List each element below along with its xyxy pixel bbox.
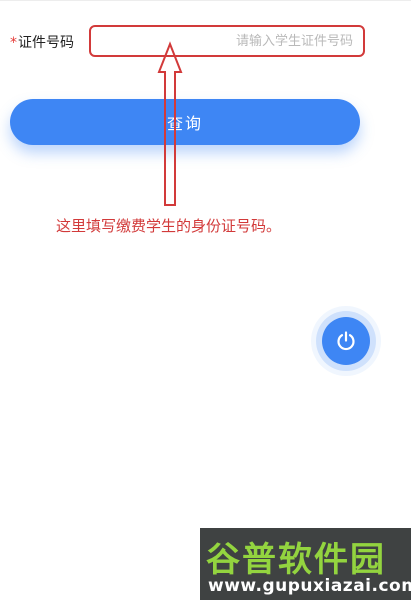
annotation-arrow bbox=[157, 41, 183, 206]
watermark-title: 谷普软件园 bbox=[206, 540, 386, 580]
watermark-url: www.gupuxiazai.com bbox=[208, 576, 411, 596]
watermark: 谷普软件园 www.gupuxiazai.com bbox=[200, 528, 411, 600]
power-icon bbox=[337, 331, 355, 351]
annotation-text: 这里填写缴费学生的身份证号码。 bbox=[56, 217, 282, 235]
power-button[interactable] bbox=[322, 317, 370, 365]
